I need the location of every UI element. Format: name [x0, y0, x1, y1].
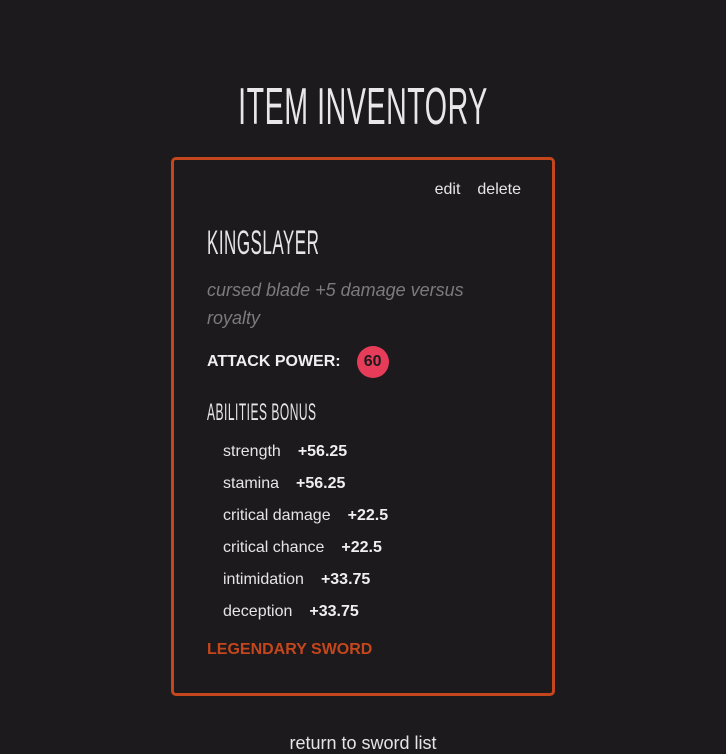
ability-row-stamina: stamina +56.25	[223, 468, 388, 500]
attack-power-badge: 60	[356, 346, 389, 378]
ability-value: +56.25	[296, 475, 346, 492]
abilities-heading: ABILITIES BONUS	[207, 399, 317, 426]
page-title: ITEM INVENTORY	[238, 77, 488, 136]
item-type-label: LEGENDARY SWORD	[207, 641, 373, 658]
ability-value: +33.75	[309, 603, 359, 620]
ability-value: +56.25	[297, 443, 348, 460]
ability-value: +33.75	[320, 571, 371, 588]
ability-name: stamina	[223, 475, 280, 492]
attack-power-label: ATTACK POWER:	[207, 353, 341, 370]
ability-value: +22.5	[341, 539, 382, 556]
abilities-list: strength +56.25 stamina +56.25 critical …	[223, 436, 388, 628]
edit-link[interactable]: edit	[435, 181, 461, 199]
ability-row-strength: strength +56.25	[223, 436, 388, 468]
item-name: KINGSLAYER	[207, 224, 320, 262]
ability-value: +22.5	[347, 507, 389, 524]
ability-row-critical-damage: critical damage +22.5	[223, 500, 388, 532]
ability-name: critical damage	[223, 507, 331, 524]
item-description: cursed blade +5 damage versus royalty	[207, 280, 464, 328]
ability-name: strength	[223, 443, 281, 460]
card-actions: edit delete	[435, 181, 521, 199]
item-card: edit delete KINGSLAYER cursed blade +5 d…	[171, 157, 555, 696]
ability-name: deception	[223, 603, 293, 620]
ability-row-deception: deception +33.75	[223, 596, 388, 628]
ability-row-critical-chance: critical chance +22.5	[223, 532, 388, 564]
attack-power-row: ATTACK POWER: 60	[207, 346, 389, 378]
ability-row-intimidation: intimidation +33.75	[223, 564, 388, 596]
delete-link[interactable]: delete	[477, 181, 521, 199]
return-to-list-link[interactable]: return to sword list	[0, 733, 726, 754]
ability-name: critical chance	[223, 539, 325, 556]
ability-name: intimidation	[223, 571, 304, 588]
